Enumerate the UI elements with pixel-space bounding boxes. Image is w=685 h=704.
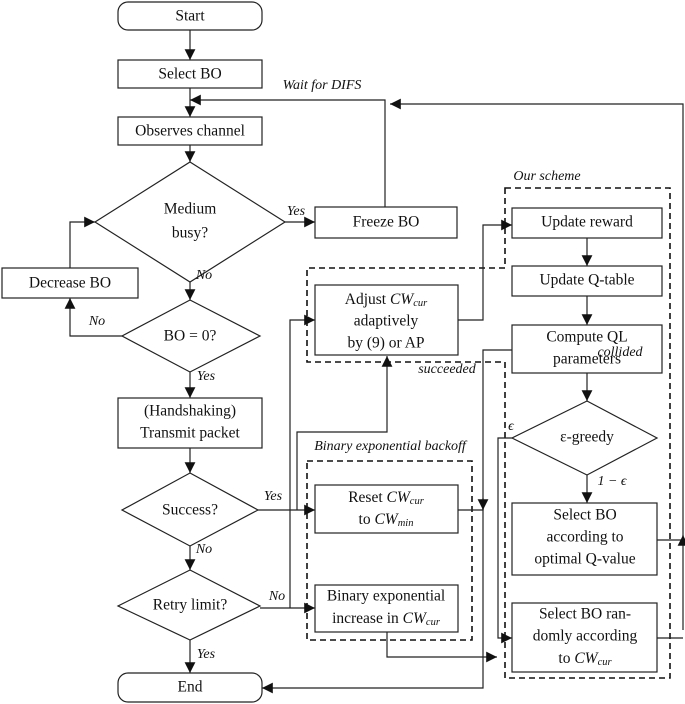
start-node: Start bbox=[117, 1, 263, 31]
svg-text:End: End bbox=[178, 679, 203, 696]
svg-text:adaptively: adaptively bbox=[354, 313, 419, 330]
no-label: No bbox=[268, 589, 285, 604]
svg-text:increase in CWcur: increase in CWcur bbox=[332, 610, 441, 629]
svg-text:optimal Q-value: optimal Q-value bbox=[534, 551, 635, 568]
svg-text:Decrease BO: Decrease BO bbox=[29, 275, 111, 292]
bo-zero-decision: BO = 0? bbox=[120, 299, 262, 373]
svg-text:Observes channel: Observes channel bbox=[135, 123, 245, 140]
svg-text:busy?: busy? bbox=[172, 225, 208, 242]
no-label: No bbox=[195, 268, 212, 283]
select-bo-random-node: Select BO ran- domly according to CWcur bbox=[511, 602, 658, 673]
epsilon-label: ϵ bbox=[508, 419, 515, 434]
retry-limit-decision: Retry limit? bbox=[116, 569, 262, 641]
update-qtable-node: Update Q-table bbox=[511, 265, 663, 297]
collided-label: collided bbox=[597, 345, 643, 360]
svg-text:Select BO: Select BO bbox=[158, 66, 221, 83]
svg-text:Medium: Medium bbox=[164, 201, 217, 218]
no-label: No bbox=[195, 542, 212, 557]
success-decision: Success? bbox=[120, 472, 260, 547]
no-label: No bbox=[88, 314, 105, 329]
egreedy-decision: ε-greedy bbox=[510, 400, 659, 476]
transmit-node: (Handshaking) Transmit packet bbox=[117, 397, 263, 449]
svg-text:Binary exponential: Binary exponential bbox=[327, 588, 445, 605]
yes-label: Yes bbox=[287, 204, 306, 219]
svg-text:ε-greedy: ε-greedy bbox=[560, 429, 614, 446]
svg-text:Success?: Success? bbox=[162, 502, 218, 519]
svg-text:Freeze BO: Freeze BO bbox=[353, 214, 420, 231]
svg-text:domly according: domly according bbox=[533, 628, 638, 645]
svg-text:Transmit packet: Transmit packet bbox=[140, 425, 240, 442]
svg-text:Update Q-table: Update Q-table bbox=[539, 272, 634, 289]
decrease-bo-node: Decrease BO bbox=[1, 267, 139, 299]
our-scheme-label: Our scheme bbox=[513, 169, 580, 184]
freeze-bo-node: Freeze BO bbox=[314, 206, 458, 239]
succeeded-label: succeeded bbox=[418, 362, 477, 377]
yes-label: Yes bbox=[197, 369, 216, 384]
svg-text:Compute QL: Compute QL bbox=[546, 329, 627, 346]
yes-label: Yes bbox=[264, 489, 283, 504]
flowchart: Our scheme Binary exponential backoff St… bbox=[1, 1, 685, 703]
select-bo-optimal-node: Select BO according to optimal Q-value bbox=[511, 502, 658, 576]
observes-channel-node: Observes channel bbox=[117, 116, 263, 146]
wait-difs-label: Wait for DIFS bbox=[283, 78, 362, 93]
select-bo-node: Select BO bbox=[117, 59, 263, 89]
svg-text:by (9) or AP: by (9) or AP bbox=[347, 335, 424, 352]
one-minus-epsilon-label: 1 − ϵ bbox=[597, 474, 627, 489]
medium-busy-decision: Medium busy? bbox=[93, 161, 287, 283]
svg-text:(Handshaking): (Handshaking) bbox=[144, 403, 236, 420]
svg-text:Update reward: Update reward bbox=[541, 214, 633, 231]
reset-cw-node: Reset CWcur to CWmin bbox=[314, 484, 459, 534]
svg-text:BO = 0?: BO = 0? bbox=[164, 328, 217, 345]
svg-text:Start: Start bbox=[175, 8, 205, 25]
svg-text:Select BO: Select BO bbox=[553, 507, 616, 524]
adjust-cw-node: Adjust CWcur adaptively by (9) or AP bbox=[314, 284, 459, 356]
binary-increase-node: Binary exponential increase in CWcur bbox=[314, 584, 459, 633]
update-reward-node: Update reward bbox=[511, 207, 663, 239]
beb-label: Binary exponential backoff bbox=[314, 439, 468, 454]
svg-text:according to: according to bbox=[546, 529, 623, 546]
yes-label: Yes bbox=[197, 647, 216, 662]
svg-text:Select BO ran-: Select BO ran- bbox=[539, 606, 631, 623]
svg-text:Retry limit?: Retry limit? bbox=[153, 597, 228, 614]
end-node: End bbox=[117, 672, 263, 703]
